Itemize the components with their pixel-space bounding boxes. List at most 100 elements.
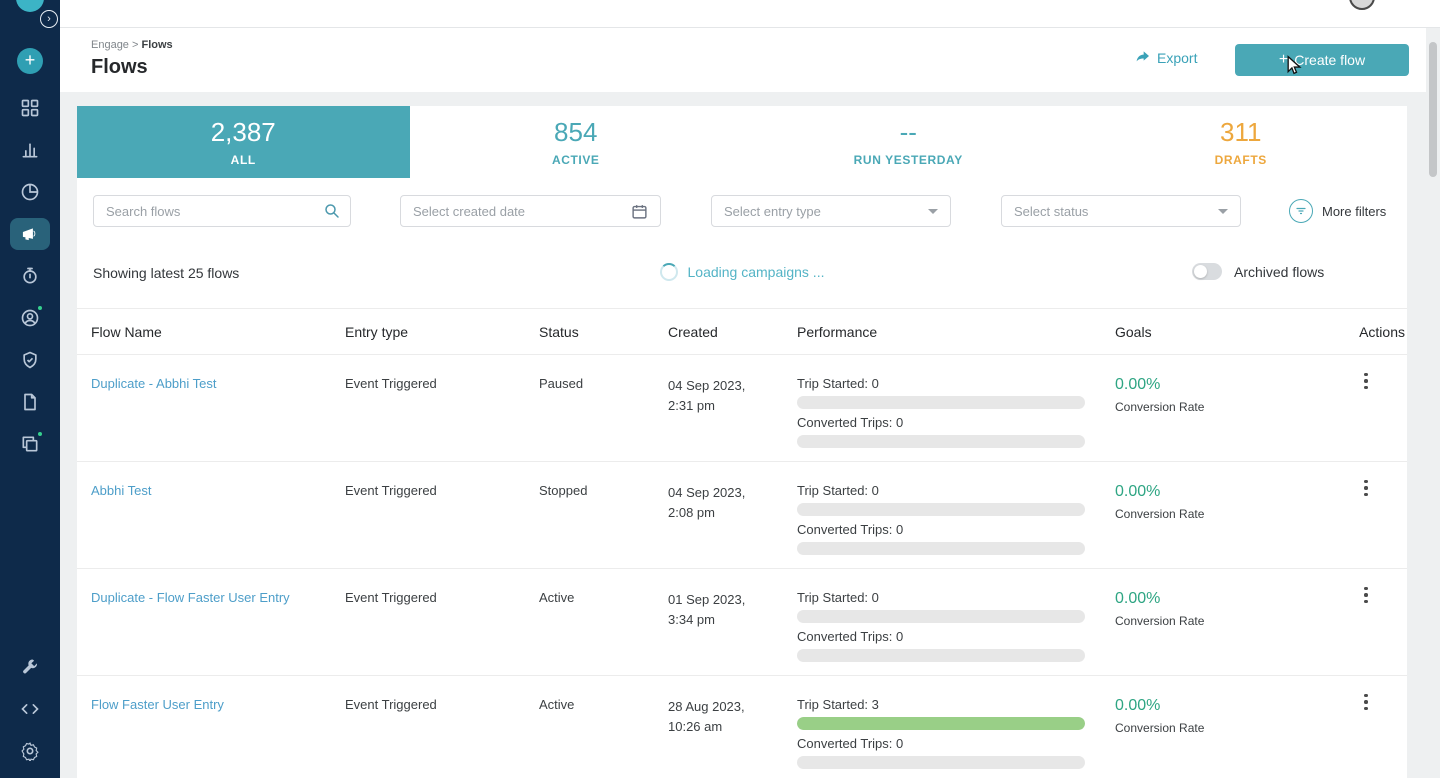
meta-row: Showing latest 25 flows Loading campaign… bbox=[77, 258, 1407, 288]
progress-bar bbox=[797, 610, 1085, 623]
row-actions-kebab-icon[interactable] bbox=[1357, 583, 1375, 607]
sidebar-item-dashboard[interactable] bbox=[10, 92, 50, 124]
flow-name-link[interactable]: Flow Faster User Entry bbox=[91, 697, 224, 712]
created-date-select[interactable]: Select created date bbox=[400, 195, 661, 227]
export-label: Export bbox=[1157, 50, 1197, 66]
calendar-icon bbox=[631, 203, 648, 220]
row-actions-kebab-icon[interactable] bbox=[1357, 690, 1375, 714]
stats-tab-active[interactable]: 854 ACTIVE bbox=[410, 106, 743, 178]
status-cell: Paused bbox=[525, 355, 654, 461]
status-cell: Active bbox=[525, 569, 654, 675]
toggle-knob bbox=[1194, 265, 1207, 278]
sidebar-nav-bottom bbox=[0, 651, 60, 767]
created-cell: 28 Aug 2023, 10:26 am bbox=[654, 676, 783, 778]
progress-bar bbox=[797, 396, 1085, 409]
sidebar-item-scheduler[interactable] bbox=[10, 260, 50, 292]
create-flow-button[interactable]: + Create flow bbox=[1235, 44, 1409, 76]
col-entry-type: Entry type bbox=[331, 324, 525, 340]
scrollbar-thumb[interactable] bbox=[1429, 42, 1437, 177]
status-placeholder: Select status bbox=[1014, 204, 1218, 219]
stat-value: 311 bbox=[1220, 117, 1261, 148]
breadcrumb: Engage > Flows bbox=[91, 39, 173, 51]
progress-bar bbox=[797, 649, 1085, 662]
goals-cell: 0.00% Conversion Rate bbox=[1101, 462, 1343, 568]
created-cell: 01 Sep 2023, 3:34 pm bbox=[654, 569, 783, 675]
chevron-down-icon bbox=[1218, 209, 1228, 214]
row-actions-kebab-icon[interactable] bbox=[1357, 369, 1375, 393]
entry-type-cell: Event Triggered bbox=[331, 676, 525, 778]
share-arrow-icon bbox=[1135, 50, 1151, 66]
sidebar-item-audience[interactable] bbox=[10, 302, 50, 334]
goals-cell: 0.00% Conversion Rate bbox=[1101, 676, 1343, 778]
goals-cell: 0.00% Conversion Rate bbox=[1101, 355, 1343, 461]
col-performance: Performance bbox=[783, 324, 1101, 340]
progress-bar bbox=[797, 435, 1085, 448]
entry-type-cell: Event Triggered bbox=[331, 569, 525, 675]
flows-content: 2,387 ALL 854 ACTIVE -- RUN YESTERDAY 31… bbox=[77, 106, 1407, 778]
table-row: Duplicate - Abbhi Test Event Triggered P… bbox=[77, 355, 1407, 462]
flow-name-link[interactable]: Abbhi Test bbox=[91, 483, 151, 498]
code-icon bbox=[20, 699, 40, 719]
progress-bar bbox=[797, 717, 1085, 730]
table-row: Abbhi Test Event Triggered Stopped 04 Se… bbox=[77, 462, 1407, 569]
sidebar-item-tools[interactable] bbox=[10, 651, 50, 683]
notification-dot bbox=[36, 304, 44, 312]
stat-label: DRAFTS bbox=[1215, 153, 1267, 167]
entry-type-cell: Event Triggered bbox=[331, 355, 525, 461]
performance-cell: Trip Started: 0 Converted Trips: 0 bbox=[783, 355, 1101, 461]
page-header: Engage > Flows Flows Export + Create flo… bbox=[60, 28, 1426, 92]
stopwatch-icon bbox=[20, 266, 40, 286]
breadcrumb-root[interactable]: Engage bbox=[91, 39, 129, 51]
app-logo-icon[interactable] bbox=[16, 0, 44, 12]
archived-flows-toggle[interactable] bbox=[1192, 263, 1222, 280]
flows-table: Flow Name Entry type Status Created Perf… bbox=[77, 308, 1407, 778]
search-flows bbox=[93, 195, 351, 227]
sidebar-item-segments[interactable] bbox=[10, 176, 50, 208]
sidebar-item-settings[interactable] bbox=[10, 735, 50, 767]
performance-cell: Trip Started: 0 Converted Trips: 0 bbox=[783, 462, 1101, 568]
gear-icon bbox=[20, 741, 40, 761]
sidebar: › + bbox=[0, 0, 60, 778]
stat-label: ACTIVE bbox=[552, 153, 600, 167]
archived-flows-label: Archived flows bbox=[1234, 264, 1324, 280]
flow-name-link[interactable]: Duplicate - Flow Faster User Entry bbox=[91, 590, 290, 605]
scrollbar-track bbox=[1429, 28, 1438, 778]
flow-name-link[interactable]: Duplicate - Abbhi Test bbox=[91, 376, 217, 391]
sidebar-item-campaigns[interactable] bbox=[10, 218, 50, 250]
search-icon bbox=[323, 202, 341, 220]
sidebar-item-developer[interactable] bbox=[10, 693, 50, 725]
entry-type-select[interactable]: Select entry type bbox=[711, 195, 951, 227]
sidebar-expand-button[interactable]: › bbox=[40, 10, 58, 28]
topbar bbox=[60, 0, 1440, 28]
more-filters-button[interactable]: More filters bbox=[1289, 199, 1386, 223]
stats-tab-run-yesterday[interactable]: -- RUN YESTERDAY bbox=[742, 106, 1075, 178]
loading-text: Loading campaigns ... bbox=[688, 264, 825, 280]
created-date-placeholder: Select created date bbox=[413, 204, 631, 219]
shield-check-icon bbox=[20, 350, 40, 370]
filter-funnel-icon bbox=[1289, 199, 1313, 223]
stat-value: -- bbox=[900, 117, 917, 148]
status-select[interactable]: Select status bbox=[1001, 195, 1241, 227]
more-filters-label: More filters bbox=[1322, 204, 1386, 219]
search-input[interactable] bbox=[93, 195, 351, 227]
stats-tab-drafts[interactable]: 311 DRAFTS bbox=[1075, 106, 1408, 178]
entry-type-cell: Event Triggered bbox=[331, 462, 525, 568]
col-status: Status bbox=[525, 324, 654, 340]
col-created: Created bbox=[654, 324, 783, 340]
sidebar-item-analytics[interactable] bbox=[10, 134, 50, 166]
sidebar-nav-top bbox=[0, 92, 60, 460]
stats-tab-all[interactable]: 2,387 ALL bbox=[77, 106, 410, 178]
sidebar-item-templates[interactable] bbox=[10, 428, 50, 460]
create-new-button[interactable]: + bbox=[17, 48, 43, 74]
dashboard-grid-icon bbox=[20, 98, 40, 118]
notification-dot bbox=[36, 430, 44, 438]
sidebar-item-reports[interactable] bbox=[10, 386, 50, 418]
avatar[interactable] bbox=[1349, 0, 1375, 10]
table-header-row: Flow Name Entry type Status Created Perf… bbox=[77, 308, 1407, 355]
col-flow-name: Flow Name bbox=[77, 324, 331, 340]
spinner-icon bbox=[660, 263, 678, 281]
sidebar-item-security[interactable] bbox=[10, 344, 50, 376]
wrench-icon bbox=[20, 657, 40, 677]
export-button[interactable]: Export bbox=[1135, 50, 1197, 66]
row-actions-kebab-icon[interactable] bbox=[1357, 476, 1375, 500]
